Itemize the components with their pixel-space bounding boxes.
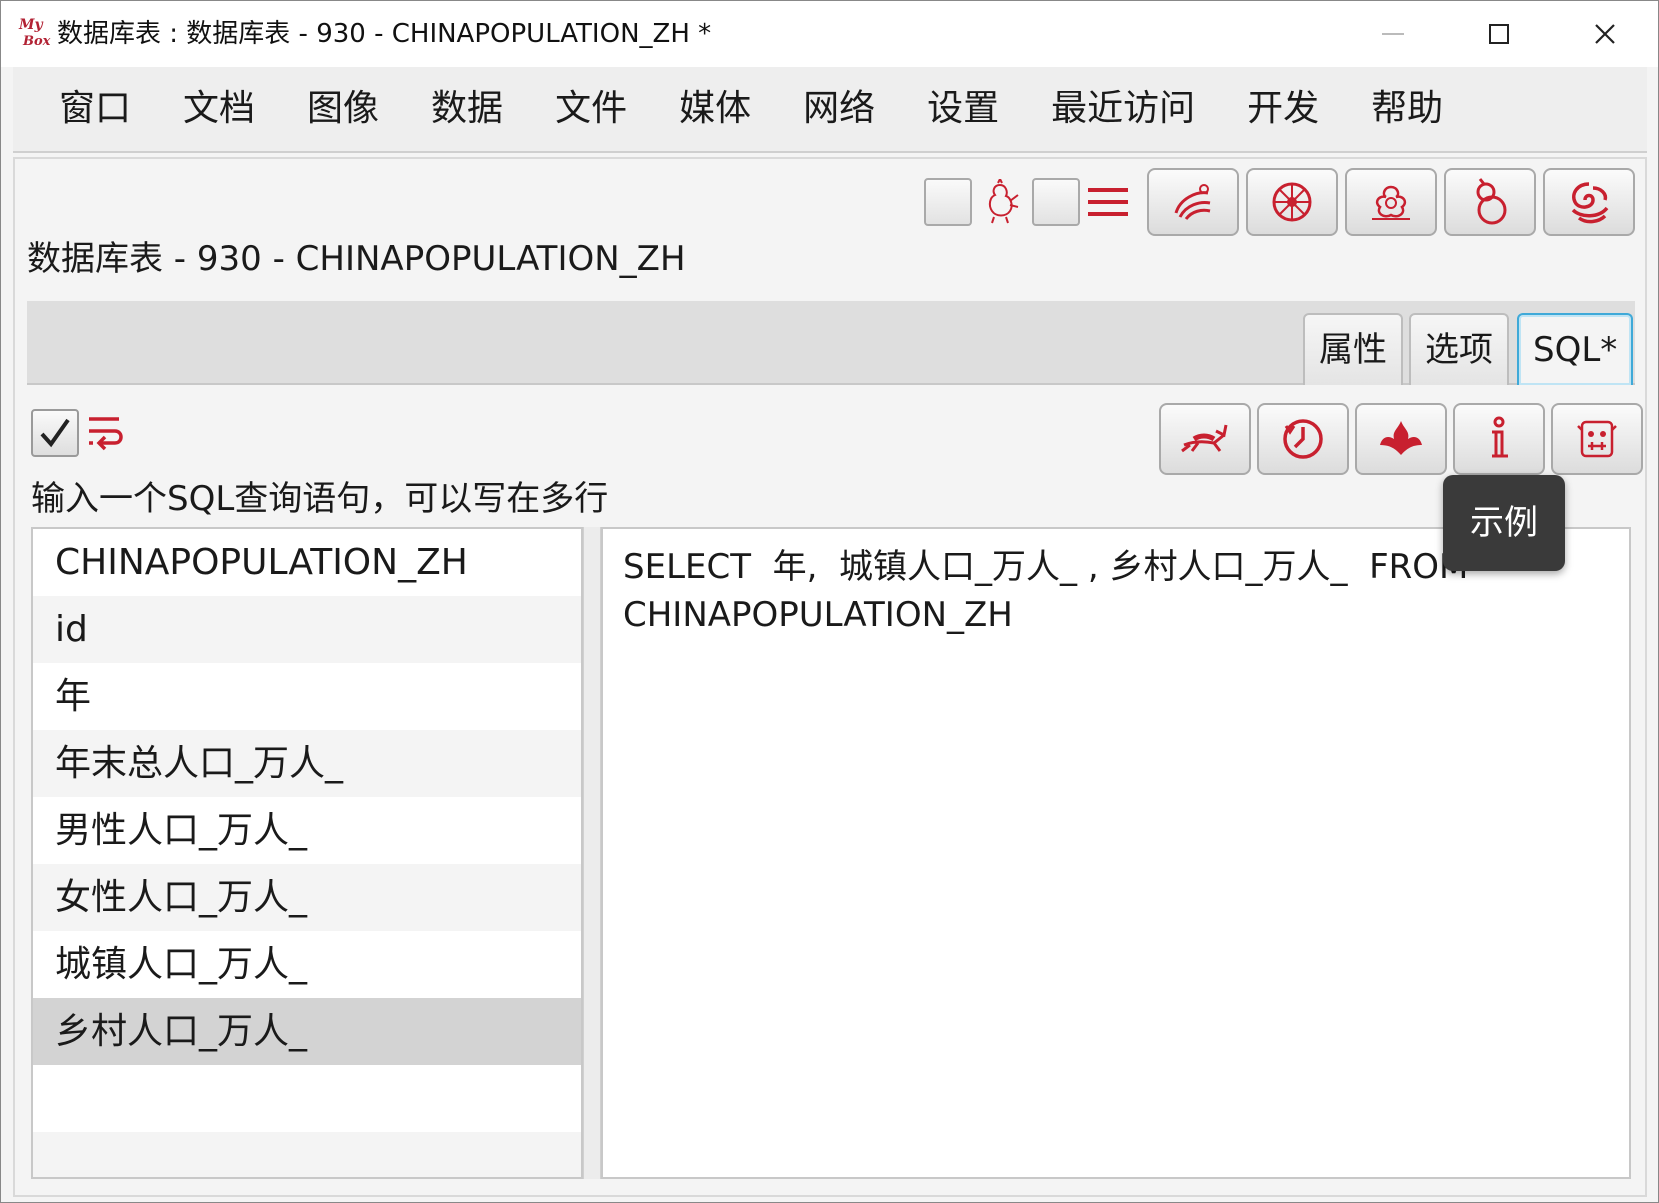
menu-settings[interactable]: 设置 [927,87,999,131]
menu-data[interactable]: 数据 [431,87,503,131]
tab-properties[interactable]: 属性 [1303,313,1403,385]
main-panel: 数据库表 - 930 - CHINAPOPULATION_ZH 属性 选项 SQ… [13,157,1647,1197]
lotus-wheel-button[interactable] [1246,168,1338,236]
wrap-lines-icon [89,417,123,451]
lotus-wheel-icon [1272,182,1312,222]
confirm-checkbox[interactable] [31,409,79,457]
examples-tooltip: 示例 [1443,475,1565,571]
sql-editor[interactable]: SELECT 年, 城镇人口_万人_ , 乡村人口_万人_ FROM CHINA… [601,527,1631,1179]
split-divider[interactable] [583,527,601,1179]
run-sql-button[interactable] [1159,403,1251,475]
menu-window[interactable]: 窗口 [59,87,131,131]
app-logo: My Box [17,15,53,51]
peony-button[interactable] [1345,168,1437,236]
panel-title: 数据库表 - 930 - CHINAPOPULATION_ZH [27,239,686,279]
menu-recent[interactable]: 最近访问 [1051,87,1195,131]
svg-text:My: My [18,17,43,33]
list-empty-row [33,1132,581,1177]
clear-button[interactable] [1355,403,1447,475]
menu-lines-icon [1084,172,1132,232]
maximize-button[interactable] [1469,11,1529,57]
list-empty-row [33,1065,581,1132]
minimize-icon [1382,33,1404,35]
cloud-swirl-icon [1571,182,1609,224]
menu-help[interactable]: 帮助 [1371,87,1443,131]
sql-content: CHINAPOPULATION_ZH id 年 年末总人口_万人_ 男性人口_万… [31,527,1631,1179]
examples-button[interactable] [1551,403,1643,475]
top-toolbar [924,165,1635,239]
close-icon [1595,24,1615,44]
menu-image[interactable]: 图像 [307,87,379,131]
tab-bar: 属性 选项 SQL* [27,301,1635,385]
title-bar[interactable]: My Box 数据库表 : 数据库表 - 930 - CHINAPOPULATI… [1,1,1658,67]
wrap-lines-toggle[interactable] [85,411,129,455]
list-item[interactable]: 年末总人口_万人_ [33,730,581,797]
menu-toggle-checkbox[interactable] [1032,178,1080,226]
menu-network[interactable]: 网络 [803,87,875,131]
deer-icon [1181,424,1228,453]
swirl-icon [1174,184,1211,220]
peony-icon [1372,185,1410,220]
sql-prompt-label: 输入一个SQL查询语句，可以写在多行 [31,479,609,519]
checkmark-icon [40,418,70,448]
list-item[interactable]: id [33,596,581,663]
tab-sql[interactable]: SQL* [1517,313,1634,385]
app-window: My Box 数据库表 : 数据库表 - 930 - CHINAPOPULATI… [0,0,1659,1203]
flame-icon [1380,421,1422,455]
close-button[interactable] [1575,11,1635,57]
rooster-icon [976,172,1024,232]
list-item[interactable]: 男性人口_万人_ [33,797,581,864]
list-item[interactable]: 年 [33,663,581,730]
info-icon [1492,416,1508,458]
svg-text:Box: Box [22,34,51,49]
gourd-icon [1476,178,1507,225]
sql-action-buttons [1153,403,1643,475]
menu-bar: 窗口 文档 图像 数据 文件 媒体 网络 设置 最近访问 开发 帮助 [13,67,1647,153]
column-list[interactable]: CHINAPOPULATION_ZH id 年 年末总人口_万人_ 男性人口_万… [31,527,583,1179]
menu-document[interactable]: 文档 [183,87,255,131]
info-button[interactable] [1453,403,1545,475]
history-button[interactable] [1257,403,1349,475]
list-item[interactable]: CHINAPOPULATION_ZH [33,529,581,596]
menu-media[interactable]: 媒体 [679,87,751,131]
tab-options[interactable]: 选项 [1409,313,1509,385]
sql-toolbar [15,389,1645,475]
minimize-button[interactable] [1363,11,1423,57]
list-item[interactable]: 城镇人口_万人_ [33,931,581,998]
menu-file[interactable]: 文件 [555,87,627,131]
maximize-icon [1489,24,1509,44]
cloud-swirl-button[interactable] [1543,168,1635,236]
swirl-button[interactable] [1147,168,1239,236]
menu-develop[interactable]: 开发 [1247,87,1319,131]
history-clock-icon [1283,419,1323,459]
totem-icon [1577,420,1617,458]
rooster-toggle-checkbox[interactable] [924,178,972,226]
gourd-button[interactable] [1444,168,1536,236]
list-item[interactable]: 女性人口_万人_ [33,864,581,931]
list-item-selected[interactable]: 乡村人口_万人_ [33,998,581,1065]
window-title: 数据库表 : 数据库表 - 930 - CHINAPOPULATION_ZH * [57,19,712,49]
